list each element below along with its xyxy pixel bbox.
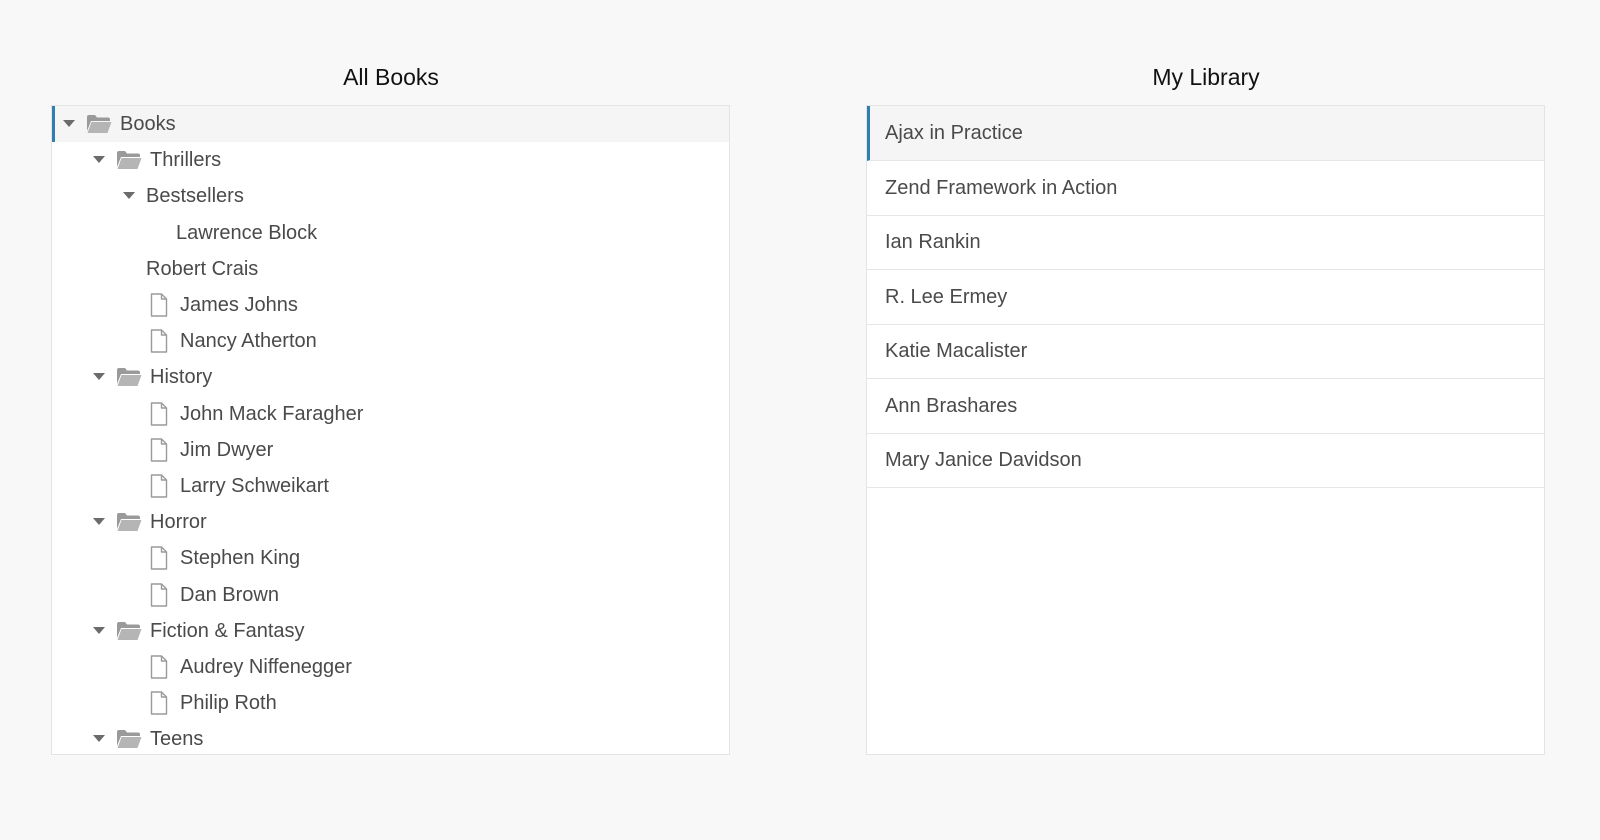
list-item-label: R. Lee Ermey [885,285,1008,308]
list-item-label: Ian Rankin [885,230,981,253]
file-icon [146,293,172,317]
tree-item-label: Larry Schweikart [180,474,329,497]
list-item[interactable]: Mary Janice Davidson [867,433,1544,488]
list-item[interactable]: Ajax in Practice [867,106,1544,161]
tree-item[interactable]: Dan Brown [52,577,729,613]
tree-item[interactable]: Fiction & Fantasy [52,613,729,649]
tree-item-label: Robert Crais [146,257,259,280]
tree-item[interactable]: Nancy Atherton [52,323,729,359]
expand-caret-icon[interactable] [92,624,106,638]
my-library-title: My Library [1152,64,1260,90]
tree-item[interactable]: Lawrence Block [52,215,729,251]
tree-item-label: Bestsellers [146,184,244,207]
tree-item-label: Stephen King [180,546,301,569]
file-icon [146,583,172,607]
expand-caret-icon[interactable] [92,515,106,529]
folder-open-icon [116,365,142,389]
tree-item[interactable]: Larry Schweikart [52,468,729,504]
file-icon [146,655,172,679]
tree-item[interactable]: John Mack Faragher [52,396,729,432]
all-books-treeview[interactable]: Books Thrillers Bestsellers Lawrence Block R… [51,105,730,755]
tree-item[interactable]: Jim Dwyer [52,432,729,468]
tree-item-label: Thrillers [150,148,222,171]
tree-item[interactable]: Audrey Niffenegger [52,649,729,685]
file-icon [146,402,172,426]
list-item[interactable]: R. Lee Ermey [867,270,1544,325]
tree-item[interactable]: Robert Crais [52,251,729,287]
folder-open-icon [116,619,142,643]
list-item-label: Katie Macalister [885,339,1028,362]
list-item-label: Zend Framework in Action [885,176,1118,199]
list-item-label: Ajax in Practice [885,121,1023,144]
file-icon [146,691,172,715]
file-icon [146,474,172,498]
tree-item-label: Lawrence Block [176,221,318,244]
list-item[interactable]: Katie Macalister [867,324,1544,379]
expand-caret-icon[interactable] [92,370,106,384]
expand-caret-icon[interactable] [122,189,136,203]
list-item[interactable]: Ann Brashares [867,379,1544,434]
list-item[interactable]: Zend Framework in Action [867,161,1544,216]
my-library-listview[interactable]: Ajax in Practice Zend Framework in Action… [866,105,1545,755]
tree-item-label: Jim Dwyer [180,438,274,461]
list-item[interactable]: Ian Rankin [867,215,1544,270]
tree-item-label: Teens [150,727,204,750]
tree-item-label: James Johns [180,293,298,316]
tree-item-label: Fiction & Fantasy [150,619,305,642]
tree-item[interactable]: Bestsellers [52,178,729,214]
expand-caret-icon[interactable] [92,732,106,746]
folder-open-icon [86,112,112,136]
expand-caret-icon[interactable] [92,153,106,167]
tree-item[interactable]: Philip Roth [52,685,729,721]
tree-item-label: Dan Brown [180,583,279,606]
tree-item-label: Horror [150,510,207,533]
file-icon [146,438,172,462]
tree-item-label: Audrey Niffenegger [180,655,352,678]
file-icon [146,546,172,570]
file-icon [146,329,172,353]
folder-open-icon [116,510,142,534]
tree-item[interactable]: Horror [52,504,729,540]
expand-caret-icon[interactable] [62,117,76,131]
tree-item[interactable]: History [52,359,729,395]
tree-item-label: Philip Roth [180,691,277,714]
tree-item-label: Books [120,112,176,135]
tree-item[interactable]: Teens [52,721,729,754]
tree-item-label: Nancy Atherton [180,329,317,352]
list-item-label: Mary Janice Davidson [885,448,1082,471]
all-books-title: All Books [343,64,439,90]
tree-item[interactable]: Stephen King [52,540,729,576]
tree-item-label: History [150,365,213,388]
list-item-label: Ann Brashares [885,394,1018,417]
tree-item[interactable]: James Johns [52,287,729,323]
tree-item[interactable]: Thrillers [52,142,729,178]
folder-open-icon [116,148,142,172]
tree-item[interactable]: Books [52,106,729,142]
tree-item-label: John Mack Faragher [180,402,364,425]
folder-open-icon [116,727,142,751]
